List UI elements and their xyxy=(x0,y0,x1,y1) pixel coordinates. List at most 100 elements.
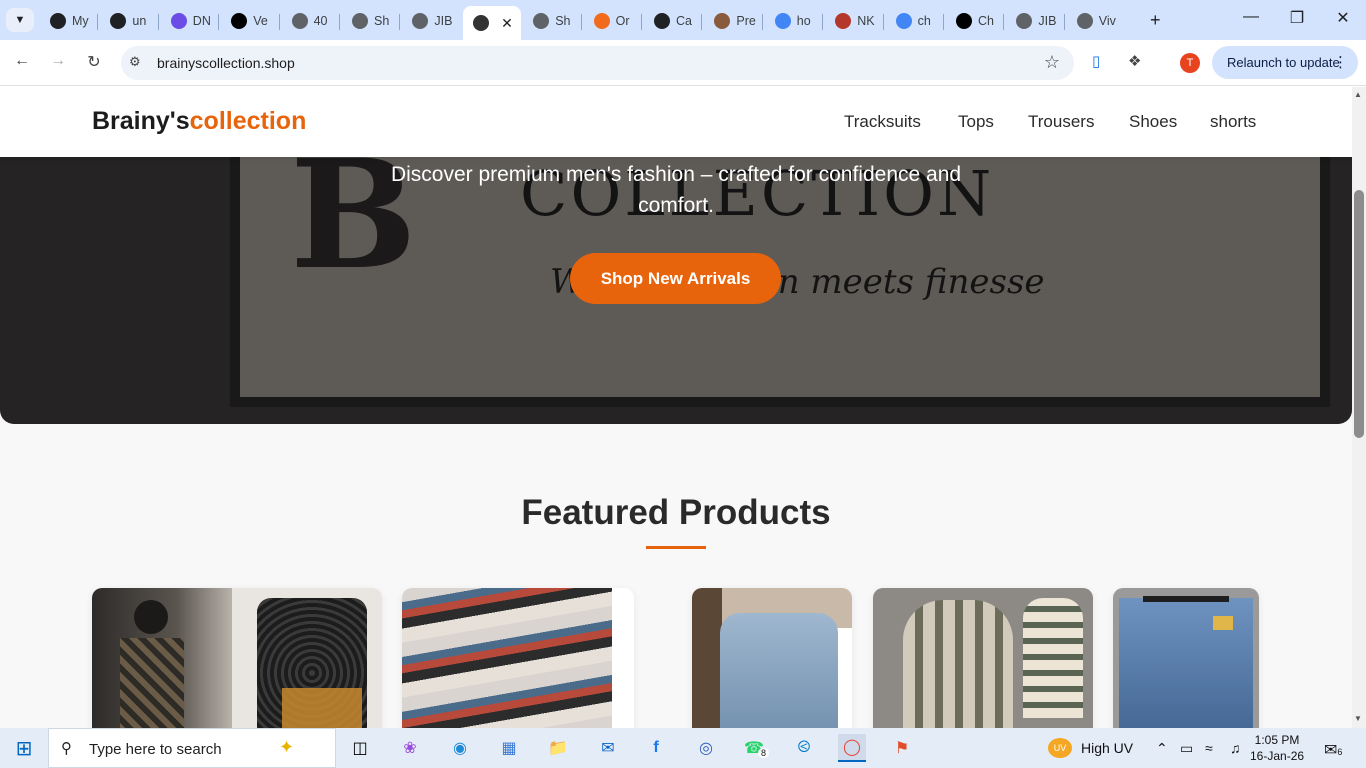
edge-icon[interactable]: ◉ xyxy=(446,734,474,762)
wifi-icon[interactable]: ≈ xyxy=(1205,740,1213,756)
tab-label: Sh xyxy=(374,14,390,28)
facebook-icon[interactable]: f xyxy=(642,734,670,762)
tab[interactable]: 40 xyxy=(282,8,338,34)
volume-icon[interactable]: ♫ xyxy=(1230,740,1241,756)
tab[interactable]: ✕ xyxy=(462,6,521,40)
tab-search-button[interactable]: ▼ xyxy=(6,8,34,32)
whatsapp-icon[interactable]: ☎ 8 xyxy=(740,734,770,762)
store-icon[interactable]: ▦ xyxy=(495,734,523,762)
browser-toolbar: ← → ↻ ⚙ brainyscollection.shop ☆ ▯ ❖ T R… xyxy=(0,40,1366,86)
profile-avatar[interactable]: T xyxy=(1180,53,1200,73)
menu-dots-icon[interactable]: ⋮ xyxy=(1333,53,1348,71)
product-card-plaid-hoodie[interactable] xyxy=(873,588,1093,728)
logo-part-2: collection xyxy=(189,107,307,135)
tab[interactable]: Or xyxy=(584,8,640,34)
scroll-up-arrow[interactable]: ▲ xyxy=(1354,90,1362,99)
outlook-icon[interactable]: ✉ xyxy=(594,734,622,762)
relaunch-button[interactable]: Relaunch to update ⋮ xyxy=(1212,46,1358,79)
tab-label: ho xyxy=(796,14,811,28)
tab-separator xyxy=(157,14,159,30)
tab[interactable]: Ca xyxy=(644,8,700,34)
tab-label: Ch xyxy=(978,14,994,28)
forward-button[interactable]: → xyxy=(46,52,70,70)
reading-mode-icon[interactable]: ▯ xyxy=(1092,52,1100,70)
clock[interactable]: 1:05 PM 16-Jan-26 xyxy=(1250,732,1304,764)
tab-separator xyxy=(1063,14,1065,30)
shop-new-arrivals-button[interactable]: Shop New Arrivals xyxy=(570,253,781,304)
copilot-icon[interactable]: ❀ xyxy=(396,734,424,762)
openai-icon xyxy=(50,13,66,29)
url-text[interactable]: brainyscollection.shop xyxy=(157,55,295,71)
battery-icon[interactable]: ▭ xyxy=(1180,740,1193,757)
tab[interactable]: DN xyxy=(161,8,217,34)
copilot-sparkle-icon[interactable]: ✦ xyxy=(279,737,294,758)
taskbar-search[interactable]: ⚲ Type here to search ✦ xyxy=(48,728,336,768)
tab-separator xyxy=(701,14,703,30)
restore-button[interactable]: ❐ xyxy=(1282,8,1312,28)
weather-text[interactable]: High UV xyxy=(1081,740,1133,756)
app-globe-icon[interactable]: ◎ xyxy=(692,734,720,762)
nav-tops[interactable]: Tops xyxy=(958,112,994,132)
nav-tracksuits[interactable]: Tracksuits xyxy=(844,112,921,132)
reload-button[interactable]: ↻ xyxy=(82,52,106,72)
scroll-down-arrow[interactable]: ▼ xyxy=(1354,714,1362,723)
nav-shoes[interactable]: Shoes xyxy=(1129,112,1177,132)
app-flag-icon[interactable]: ⚑ xyxy=(888,734,916,762)
product-card-sneakers[interactable] xyxy=(402,588,634,728)
windows-start-icon[interactable]: ⊞ xyxy=(10,734,38,762)
weather-badge[interactable]: UV xyxy=(1048,738,1072,758)
tab[interactable]: Sh xyxy=(342,8,398,34)
tab[interactable]: Ch xyxy=(946,8,1002,34)
product-card-jacket[interactable] xyxy=(92,588,382,728)
tab[interactable]: JIB xyxy=(1006,8,1062,34)
google-icon xyxy=(895,13,912,29)
file-explorer-icon[interactable]: 📁 xyxy=(544,734,572,762)
tab[interactable]: Pre xyxy=(704,8,760,34)
vscode-icon[interactable]: ⧀ xyxy=(790,734,818,762)
dn-icon xyxy=(170,13,187,29)
product-card-jeans[interactable] xyxy=(692,588,852,728)
product-card-denim[interactable] xyxy=(1113,588,1259,728)
tab[interactable]: ch xyxy=(886,8,942,34)
task-view-icon[interactable]: ◫ xyxy=(346,734,374,762)
close-window-button[interactable]: ✕ xyxy=(1328,8,1358,28)
tab[interactable]: un xyxy=(100,8,156,34)
back-button[interactable]: ← xyxy=(10,52,34,70)
tab[interactable]: Viv xyxy=(1067,8,1123,34)
bookmark-star-icon[interactable]: ☆ xyxy=(1044,52,1060,73)
tab[interactable]: NK xyxy=(825,8,881,34)
site-logo[interactable]: Brainy'scollection xyxy=(92,107,306,136)
chevron-up-icon[interactable]: ⌃ xyxy=(1156,740,1168,757)
tab[interactable]: Ve xyxy=(221,8,277,34)
globe-icon xyxy=(291,13,308,29)
search-placeholder: Type here to search xyxy=(89,741,222,758)
address-bar[interactable]: ⚙ brainyscollection.shop ☆ xyxy=(121,46,1074,80)
tab-label: NK xyxy=(857,14,875,28)
tab-separator xyxy=(339,14,340,30)
tab[interactable]: Sh xyxy=(523,8,579,34)
extensions-icon[interactable]: ❖ xyxy=(1128,52,1141,70)
tab-label: JIB xyxy=(1038,14,1057,28)
tab-strip: ▼ My un DN Ve 40 Sh JIB ✕ Sh Or Ca Pre ho NK ch Ch JIB Vi… xyxy=(0,0,1366,40)
nav-trousers[interactable]: Trousers xyxy=(1028,112,1094,132)
new-tab-button[interactable]: + xyxy=(1150,10,1161,31)
chrome-icon[interactable]: ◯ xyxy=(838,734,866,762)
site-info-icon[interactable]: ⚙ xyxy=(129,54,141,70)
featured-products-title: Featured Products xyxy=(521,493,831,532)
tab-separator xyxy=(218,14,220,30)
nav-shorts[interactable]: shorts xyxy=(1210,112,1256,132)
close-tab-icon[interactable]: ✕ xyxy=(501,15,513,32)
scrollbar-thumb[interactable] xyxy=(1354,190,1364,438)
tab[interactable]: ho xyxy=(765,8,821,34)
tab[interactable]: JIB xyxy=(402,8,458,34)
notifications-icon[interactable]: ✉6 xyxy=(1324,740,1342,760)
minimize-button[interactable]: — xyxy=(1236,8,1266,26)
globe-search-icon xyxy=(352,13,368,29)
tab-label: Sh xyxy=(555,14,571,28)
clock-date: 16-Jan-26 xyxy=(1250,749,1305,763)
tab-separator xyxy=(882,14,884,30)
tab-label: Pre xyxy=(736,14,756,28)
globe-icon xyxy=(1016,13,1033,29)
title-underline xyxy=(646,546,706,549)
tab[interactable]: My xyxy=(40,8,96,34)
